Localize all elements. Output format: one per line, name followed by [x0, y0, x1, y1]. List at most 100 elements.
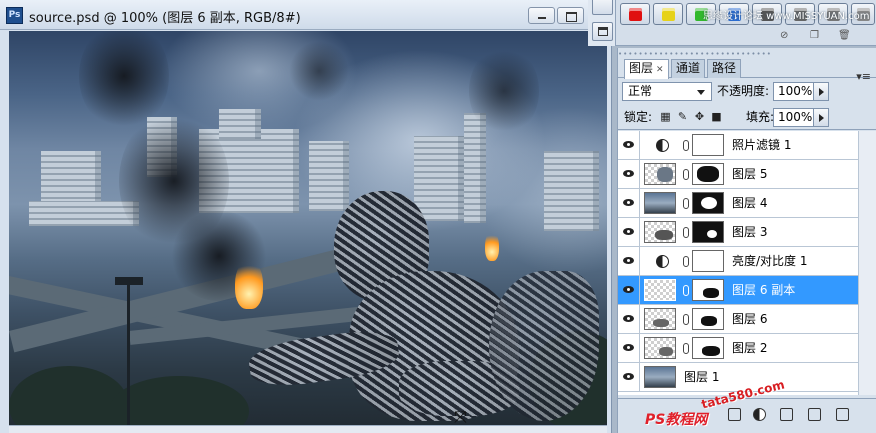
- fire: [235, 259, 263, 309]
- collapsed-panel-button[interactable]: [592, 22, 613, 41]
- layer-row-layer-2[interactable]: 图层 2: [618, 334, 858, 363]
- new-style-icon[interactable]: ❐: [810, 30, 819, 41]
- group-folder-icon[interactable]: [780, 408, 793, 421]
- tab-label: 通道: [676, 61, 701, 75]
- layers-scrollbar[interactable]: [858, 131, 876, 395]
- eye-icon[interactable]: [618, 160, 640, 188]
- link-icon: [683, 343, 689, 354]
- fill-input[interactable]: 100%: [773, 108, 817, 127]
- layer-row-layer-4[interactable]: 图层 4: [618, 189, 858, 218]
- panel-tabs: 图层 ✕ 通道 路径 ▾≡: [618, 58, 876, 83]
- layer-name: 图层 6: [732, 312, 768, 326]
- style-yellow[interactable]: [653, 3, 683, 25]
- eye-icon[interactable]: [618, 334, 640, 362]
- layer-row-layer-6-copy[interactable]: 图层 6 副本: [618, 276, 858, 305]
- layer-thumbnail[interactable]: [644, 163, 676, 185]
- layer-row-layer-3[interactable]: 图层 3: [618, 218, 858, 247]
- opacity-slider-button[interactable]: [813, 82, 829, 101]
- horizontal-scrollbar[interactable]: [9, 425, 607, 433]
- lizard-tail: [489, 271, 599, 421]
- layer-name: 图层 2: [732, 341, 768, 355]
- panel-grip[interactable]: ••••••••••••••••••••••••••••••: [618, 48, 876, 58]
- link-icon: [683, 140, 689, 151]
- building: [219, 109, 261, 139]
- lock-position-icon[interactable]: ✥: [694, 111, 705, 122]
- layer-thumbnail[interactable]: [644, 366, 676, 388]
- style-red[interactable]: [620, 3, 650, 25]
- maximize-button[interactable]: [557, 7, 584, 24]
- document-canvas[interactable]: ⤧: [9, 31, 607, 425]
- lock-image-icon[interactable]: ✎: [677, 111, 688, 122]
- layer-row-layer-5[interactable]: 图层 5: [618, 160, 858, 189]
- document-title: source.psd @ 100% (图层 6 副本, RGB/8#): [29, 11, 301, 26]
- tab-paths[interactable]: 路径: [707, 59, 742, 78]
- layers-panel: •••••••••••••••••••••••••••••• 图层 ✕ 通道 路径…: [617, 48, 876, 433]
- layer-name: 图层 4: [732, 196, 768, 210]
- eye-icon[interactable]: [618, 218, 640, 246]
- link-icon: [683, 256, 689, 267]
- layer-mask-thumbnail[interactable]: [692, 163, 724, 185]
- eye-icon[interactable]: [618, 131, 640, 159]
- building: [464, 113, 486, 223]
- watermark-top: 思缘设计论坛 www.MISSYUAN.com: [703, 11, 870, 22]
- link-icon: [683, 314, 689, 325]
- collapsed-panel-button[interactable]: [592, 0, 613, 15]
- link-icon: [683, 285, 689, 296]
- lock-transparent-icon[interactable]: ▦: [660, 111, 671, 122]
- street-lamp-head: [115, 277, 143, 285]
- eye-icon[interactable]: [618, 247, 640, 275]
- black-smoke: [469, 46, 539, 136]
- layer-row-layer-6[interactable]: 图层 6: [618, 305, 858, 334]
- layer-thumbnail[interactable]: [644, 279, 676, 301]
- layer-thumbnail[interactable]: [644, 192, 676, 214]
- fill-slider-button[interactable]: [813, 108, 829, 127]
- layer-mask-thumbnail[interactable]: [692, 221, 724, 243]
- black-smoke: [289, 41, 349, 101]
- eye-icon[interactable]: [618, 189, 640, 217]
- layer-mask-thumbnail[interactable]: [692, 308, 724, 330]
- close-tab-icon[interactable]: ✕: [656, 65, 664, 75]
- building: [414, 136, 464, 221]
- lock-all-icon[interactable]: ■: [711, 111, 722, 122]
- layer-list: 照片滤镜 1 图层 5 图层 4 图层 3 亮度/对比度 1 图层 6 副本 图…: [618, 131, 858, 395]
- fire: [485, 231, 499, 261]
- link-icon: [683, 227, 689, 238]
- clear-style-icon[interactable]: ⊘: [780, 30, 788, 41]
- layer-mask-thumbnail[interactable]: [692, 250, 724, 272]
- layer-name: 图层 1: [684, 370, 720, 384]
- building: [309, 141, 349, 211]
- trash-icon[interactable]: 🗑: [838, 30, 851, 41]
- new-layer-icon[interactable]: [808, 408, 821, 421]
- eye-icon[interactable]: [618, 363, 640, 391]
- link-icon: [683, 169, 689, 180]
- layer-mask-thumbnail[interactable]: [692, 337, 724, 359]
- tab-channels[interactable]: 通道: [671, 59, 706, 78]
- layer-row-photo-filter[interactable]: 照片滤镜 1: [618, 131, 858, 160]
- move-cursor-icon: ⤧: [454, 407, 467, 425]
- trash-icon[interactable]: [836, 408, 849, 421]
- document-title-bar[interactable]: Ps source.psd @ 100% (图层 6 副本, RGB/8#): [0, 0, 612, 30]
- document-window: Ps source.psd @ 100% (图层 6 副本, RGB/8#) ⤧: [0, 0, 612, 433]
- layer-name: 照片滤镜 1: [732, 138, 792, 152]
- layer-thumbnail[interactable]: [644, 221, 676, 243]
- tab-label: 图层: [629, 61, 654, 75]
- adjustment-circle-icon: [656, 139, 669, 152]
- eye-icon[interactable]: [618, 276, 640, 304]
- layer-mask-thumbnail[interactable]: [692, 192, 724, 214]
- layer-thumbnail[interactable]: [644, 337, 676, 359]
- eye-icon[interactable]: [618, 305, 640, 333]
- layer-name: 亮度/对比度 1: [732, 254, 808, 268]
- blend-mode-select[interactable]: 正常: [622, 82, 712, 101]
- tab-layers[interactable]: 图层 ✕: [624, 59, 669, 79]
- minimize-button[interactable]: [528, 7, 555, 24]
- opacity-input[interactable]: 100%: [773, 82, 817, 101]
- layer-row-brightness-contrast[interactable]: 亮度/对比度 1: [618, 247, 858, 276]
- blend-opacity-row: 正常 不透明度: 100%: [618, 79, 876, 104]
- adjustment-layer-icon[interactable]: [753, 408, 766, 421]
- photoshop-workspace: Ps source.psd @ 100% (图层 6 副本, RGB/8#) ⤧…: [0, 0, 876, 433]
- layer-mask-thumbnail[interactable]: [692, 279, 724, 301]
- layer-mask-thumbnail[interactable]: [692, 134, 724, 156]
- layer-thumbnail[interactable]: [644, 308, 676, 330]
- lock-label: 锁定:: [624, 110, 653, 124]
- add-mask-icon[interactable]: [728, 408, 741, 421]
